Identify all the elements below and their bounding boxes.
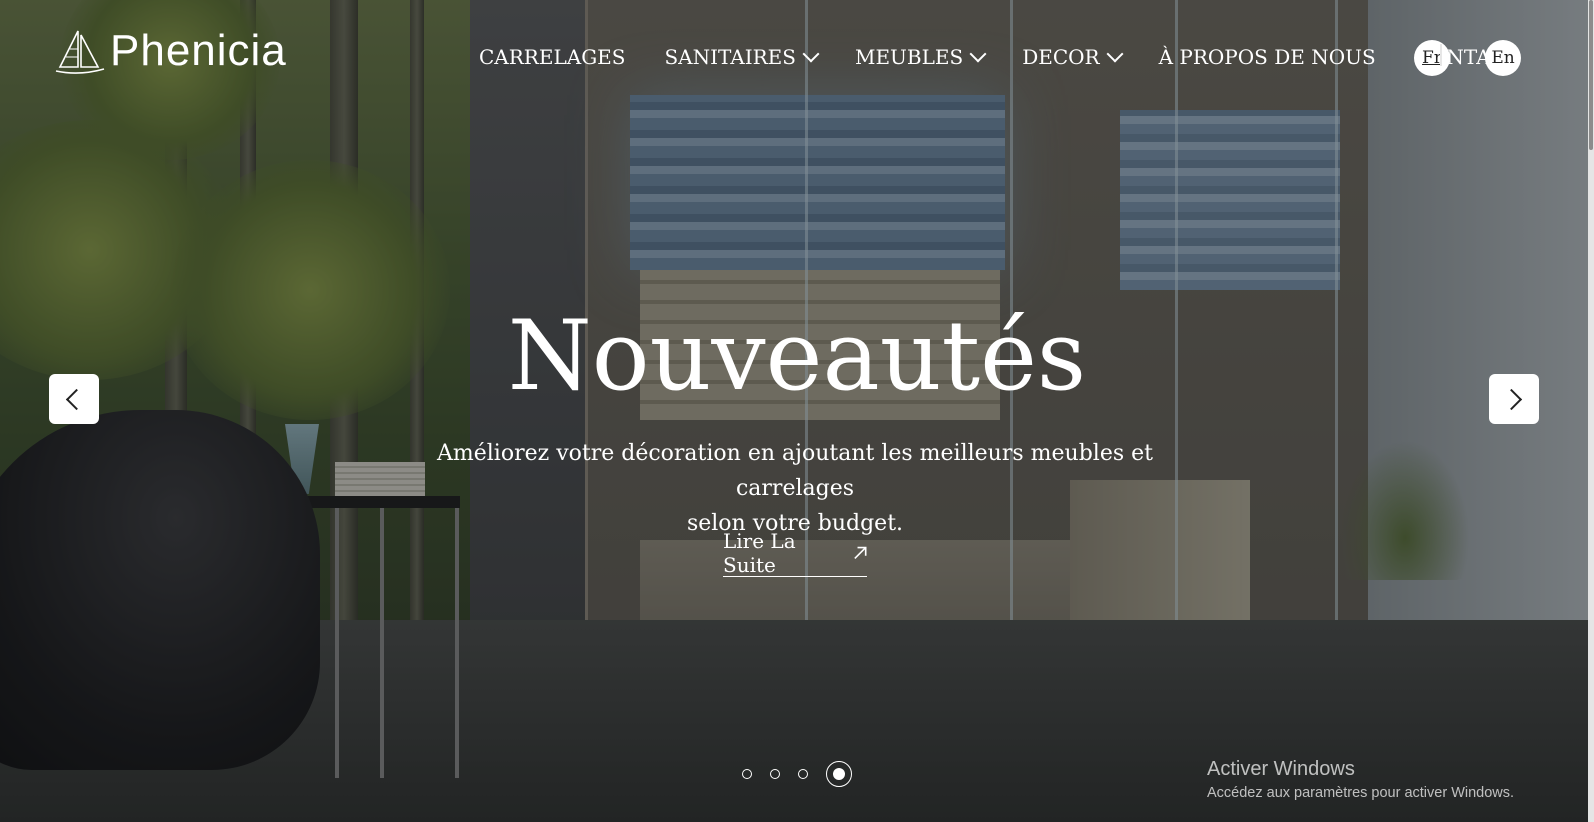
nav-item-a-propos[interactable]: À PROPOS DE NOUS xyxy=(1159,45,1376,69)
language-en-button[interactable]: En xyxy=(1485,40,1521,76)
hero-subtitle: Améliorez votre décoration en ajoutant l… xyxy=(400,436,1190,541)
watermark-subtitle: Accédez aux paramètres pour activer Wind… xyxy=(1207,785,1515,801)
chevron-down-icon xyxy=(802,45,820,63)
nav-item-decor[interactable]: DECOR xyxy=(1022,45,1124,69)
slider-next-button[interactable] xyxy=(1489,374,1539,424)
hero-title: Nouveautés xyxy=(507,300,1087,412)
nav-item-carrelages[interactable]: CARRELAGES xyxy=(479,45,625,69)
chevron-left-icon xyxy=(65,388,88,410)
sailboat-logo-icon xyxy=(55,30,105,74)
nav-item-label: DECOR xyxy=(1022,45,1100,69)
slider-prev-button[interactable] xyxy=(49,374,99,424)
nav-item-label: À PROPOS DE NOUS xyxy=(1158,45,1376,69)
slider-pagination xyxy=(742,761,870,787)
brand-name: Phenicia xyxy=(110,26,287,75)
chevron-right-icon xyxy=(1500,388,1523,410)
hero-slider: Phenicia CARRELAGES SANITAIRES MEUBLES D… xyxy=(0,0,1594,822)
slide-dot[interactable] xyxy=(742,769,752,779)
nav-item-sanitaires[interactable]: SANITAIRES xyxy=(664,45,820,69)
read-more-label: Lire La Suite xyxy=(723,529,796,577)
scrollbar-thumb[interactable] xyxy=(1589,0,1593,150)
language-fr-button[interactable]: Fr xyxy=(1414,40,1450,76)
brand-logo[interactable]: Phenicia xyxy=(52,26,287,76)
slide-dot[interactable] xyxy=(798,769,808,779)
nav-item-label: SANITAIRES xyxy=(664,45,796,69)
slide-dot[interactable] xyxy=(770,769,780,779)
language-separator xyxy=(1440,44,1442,66)
arrow-up-right-icon xyxy=(853,546,867,560)
windows-activation-watermark: Activer Windows Accédez aux paramètres p… xyxy=(1207,758,1514,801)
chevron-down-icon xyxy=(969,45,987,63)
chevron-down-icon xyxy=(1106,45,1124,63)
hero-subtitle-line: Améliorez votre décoration en ajoutant l… xyxy=(437,441,1153,501)
page-scrollbar[interactable] xyxy=(1588,0,1594,822)
nav-item-meubles[interactable]: MEUBLES xyxy=(854,45,987,69)
nav-item-label: MEUBLES xyxy=(854,45,964,69)
nav-item-label: CARRELAGES xyxy=(479,45,626,69)
main-nav: CARRELAGES SANITAIRES MEUBLES DECOR À PR… xyxy=(479,45,1519,69)
site-header: Phenicia CARRELAGES SANITAIRES MEUBLES D… xyxy=(0,0,1594,118)
watermark-title: Activer Windows xyxy=(1207,758,1355,780)
slide-dot-active[interactable] xyxy=(826,761,852,787)
read-more-link[interactable]: Lire La Suite xyxy=(723,529,867,577)
